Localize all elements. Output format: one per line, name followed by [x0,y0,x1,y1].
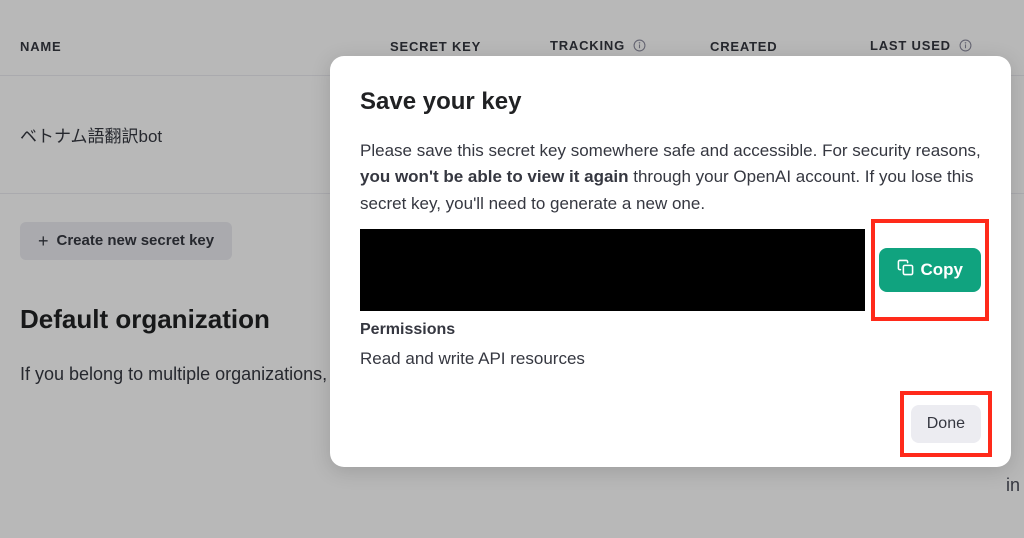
info-icon [959,39,972,55]
copy-icon [897,259,914,281]
col-created: CREATED [710,39,870,54]
info-icon [633,39,646,55]
col-last-used-label: LAST USED [870,38,951,53]
permissions-heading: Permissions [360,321,981,339]
truncated-text: in [1006,475,1024,496]
col-secret-key: SECRET KEY [390,39,550,54]
create-button-label: Create new secret key [57,232,215,249]
col-last-used: LAST USED [870,38,1004,55]
key-row: Copy [360,229,981,311]
save-key-modal: Save your key Please save this secret ke… [330,56,1011,467]
modal-description: Please save this secret key somewhere sa… [360,138,981,217]
col-tracking: TRACKING [550,38,710,55]
copy-button-label: Copy [921,260,964,280]
done-button[interactable]: Done [911,405,981,443]
modal-desc-pre: Please save this secret key somewhere sa… [360,141,981,160]
key-name: ベトナム語翻訳bot [20,122,162,147]
secret-key-field[interactable] [360,229,865,311]
plus-icon: + [38,232,49,250]
create-new-secret-key-button[interactable]: + Create new secret key [20,222,232,260]
modal-title: Save your key [360,88,981,116]
col-tracking-label: TRACKING [550,38,625,53]
permissions-text: Read and write API resources [360,349,981,369]
copy-button[interactable]: Copy [879,248,982,292]
col-name: NAME [20,39,390,54]
modal-desc-bold: you won't be able to view it again [360,167,629,186]
